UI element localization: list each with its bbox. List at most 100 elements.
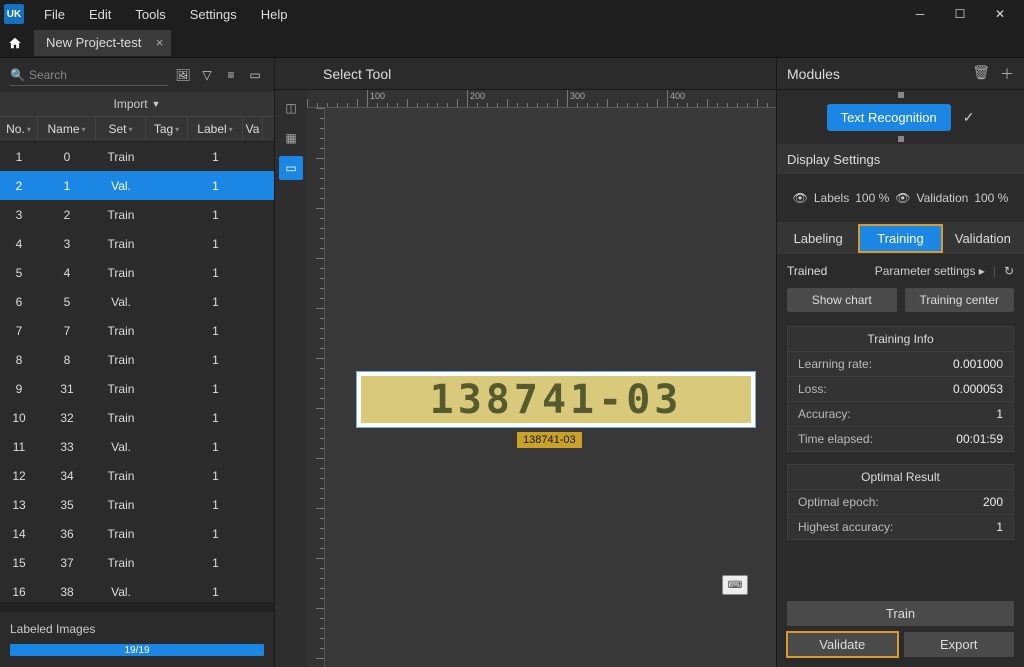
plate-label-tooltip: 138741-03 <box>517 432 582 448</box>
labeled-images-progress: 19/19 <box>10 644 264 656</box>
search-placeholder: Search <box>29 68 67 82</box>
table-row[interactable]: 1133Val.1 <box>0 432 274 461</box>
acc-key: Accuracy: <box>798 407 851 421</box>
col-label[interactable]: Label▾ <box>188 117 243 141</box>
chevron-down-icon: ▼ <box>152 99 161 109</box>
validation-pct: 100 % <box>974 191 1008 205</box>
table-row[interactable]: 1032Train1 <box>0 403 274 432</box>
ruler-vertical <box>307 108 325 667</box>
selectbox-outline-tool[interactable]: ◫ <box>279 96 303 120</box>
ruler-horizontal: 100200300400 <box>307 90 776 108</box>
table-row[interactable]: 1234Train1 <box>0 461 274 490</box>
col-val[interactable]: Va <box>243 117 263 141</box>
col-no[interactable]: No.▾ <box>0 117 38 141</box>
table-row[interactable]: 10Train1 <box>0 142 274 171</box>
validate-button[interactable]: Validate <box>787 632 898 657</box>
image-icon[interactable]: 🖼 <box>174 66 192 84</box>
trash-icon[interactable]: 🗑 <box>972 64 990 84</box>
plus-icon[interactable]: ＋ <box>1000 64 1014 84</box>
list-icon[interactable]: ≡ <box>222 66 240 84</box>
menu-bar: UK File Edit Tools Settings Help ─ ☐ ✕ <box>0 0 1024 28</box>
home-button[interactable] <box>0 28 30 57</box>
edit-menu[interactable]: Edit <box>77 0 123 28</box>
text-recognition-module[interactable]: Text Recognition <box>827 104 951 131</box>
display-settings-header: Display Settings <box>777 144 1024 174</box>
bottom-actions: Train Validate Export <box>777 595 1024 667</box>
time-key: Time elapsed: <box>798 432 873 446</box>
table-row[interactable]: 88Train1 <box>0 345 274 374</box>
hacc-val: 1 <box>996 520 1003 534</box>
optimal-title: Optimal Result <box>788 465 1013 489</box>
lr-key: Learning rate: <box>798 357 872 371</box>
toolbox: ◫ ▦ ▭ <box>275 90 307 667</box>
filter-icon[interactable]: ▽ <box>198 66 216 84</box>
right-panel: Modules 🗑 ＋ Text Recognition ✓ Display S… <box>776 58 1024 667</box>
plate-image[interactable]: 138741-03 <box>357 372 755 427</box>
table-row[interactable]: 32Train1 <box>0 200 274 229</box>
export-button[interactable]: Export <box>904 632 1015 657</box>
project-tab[interactable]: New Project-test × <box>34 30 171 56</box>
tab-training[interactable]: Training <box>859 225 941 252</box>
help-menu[interactable]: Help <box>249 0 300 28</box>
history-icon[interactable]: ↻ <box>1004 264 1014 278</box>
import-button[interactable]: Import ▼ <box>0 92 274 116</box>
minimize-button[interactable]: ─ <box>900 0 940 28</box>
table-row[interactable]: 21Val.1 <box>0 171 274 200</box>
table-row[interactable]: 43Train1 <box>0 229 274 258</box>
keyboard-icon[interactable]: ⌨ <box>722 575 748 595</box>
acc-val: 1 <box>996 407 1003 421</box>
training-center-button[interactable]: Training center <box>905 288 1015 312</box>
selectbox-dashed-tool[interactable]: ▦ <box>279 126 303 150</box>
project-tab-label: New Project-test <box>46 35 141 50</box>
canvas-title: Select Tool <box>275 58 776 90</box>
stack-icon[interactable]: ▭ <box>246 66 264 84</box>
col-name[interactable]: Name▾ <box>38 117 96 141</box>
table-row[interactable]: 1638Val.1 <box>0 577 274 602</box>
rectangle-tool[interactable]: ▭ <box>279 156 303 180</box>
labels-pct: 100 % <box>855 191 889 205</box>
epoch-val: 200 <box>983 495 1003 509</box>
train-button[interactable]: Train <box>787 601 1014 626</box>
table-row[interactable]: 54Train1 <box>0 258 274 287</box>
tab-labeling[interactable]: Labeling <box>777 225 859 252</box>
loss-key: Loss: <box>798 382 827 396</box>
labeled-images-section: Labeled Images 19/19 <box>0 612 274 667</box>
image-table: No.▾ Name▾ Set▾ Tag▾ Label▾ Va 10Train12… <box>0 116 274 602</box>
tools-menu[interactable]: Tools <box>123 0 177 28</box>
table-row[interactable]: 77Train1 <box>0 316 274 345</box>
check-icon: ✓ <box>963 109 975 126</box>
close-tab-icon[interactable]: × <box>156 35 164 50</box>
validation-label: Validation <box>917 191 969 205</box>
module-node: Text Recognition ✓ <box>777 90 1024 144</box>
col-tag[interactable]: Tag▾ <box>146 117 188 141</box>
settings-menu[interactable]: Settings <box>178 0 249 28</box>
table-row[interactable]: 931Train1 <box>0 374 274 403</box>
eye-icon[interactable]: 👁 <box>895 191 910 205</box>
training-info-title: Training Info <box>788 327 1013 351</box>
table-row[interactable]: 1537Train1 <box>0 548 274 577</box>
canvas-stage[interactable]: 138741-03 138741-03 ⌨ <box>325 108 776 667</box>
search-icon: 🔍 <box>10 68 25 82</box>
epoch-key: Optimal epoch: <box>798 495 879 509</box>
close-button[interactable]: ✕ <box>980 0 1020 28</box>
table-header: No.▾ Name▾ Set▾ Tag▾ Label▾ Va <box>0 116 274 142</box>
search-input[interactable]: 🔍 Search <box>10 64 168 86</box>
col-set[interactable]: Set▾ <box>96 117 146 141</box>
eye-icon[interactable]: 👁 <box>793 191 808 205</box>
table-row[interactable]: 1335Train1 <box>0 490 274 519</box>
maximize-button[interactable]: ☐ <box>940 0 980 28</box>
loss-val: 0.000053 <box>953 382 1003 396</box>
tab-bar: New Project-test × <box>0 28 1024 58</box>
show-chart-button[interactable]: Show chart <box>787 288 897 312</box>
mode-tabs: Labeling Training Validation <box>777 222 1024 254</box>
tab-validation[interactable]: Validation <box>942 225 1024 252</box>
app-logo: UK <box>4 4 24 24</box>
table-body[interactable]: 10Train121Val.132Train143Train154Train16… <box>0 142 274 602</box>
labels-label: Labels <box>814 191 849 205</box>
file-menu[interactable]: File <box>32 0 77 28</box>
modules-header: Modules 🗑 ＋ <box>777 58 1024 90</box>
parameter-settings-link[interactable]: Parameter settings ▸ <box>875 264 985 278</box>
table-row[interactable]: 1436Train1 <box>0 519 274 548</box>
import-label: Import <box>114 97 148 111</box>
table-row[interactable]: 65Val.1 <box>0 287 274 316</box>
